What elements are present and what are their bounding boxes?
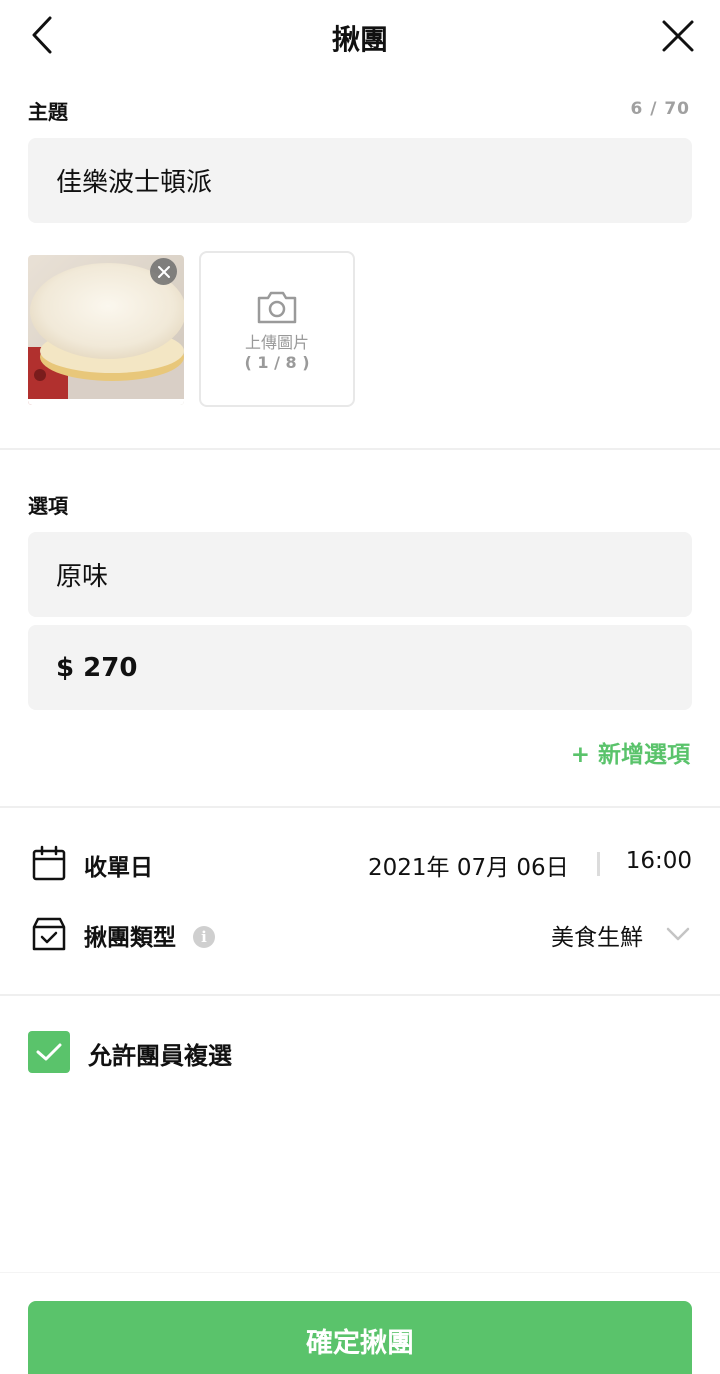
remove-image-button[interactable]	[150, 258, 177, 285]
subject-input[interactable]: 佳樂波士頓派	[28, 138, 692, 223]
section-divider	[0, 806, 720, 808]
subject-label: 主題	[28, 100, 68, 124]
deadline-label: 收單日	[84, 855, 153, 881]
calendar-icon	[32, 845, 66, 881]
shopping-bag-icon	[32, 917, 66, 951]
option-name-input[interactable]: 原味	[28, 532, 692, 617]
confirm-group-buy-button[interactable]: 確定揪團	[28, 1301, 692, 1374]
date-time-separator	[597, 852, 600, 876]
subject-char-counter: 6 / 70	[630, 99, 690, 119]
upload-image-count: ( 1 / 8 )	[244, 353, 310, 372]
option-price-input[interactable]: $ 270	[28, 625, 692, 710]
allow-multi-select-checkbox[interactable]	[28, 1031, 70, 1073]
allow-multi-select-label: 允許團員複選	[88, 1042, 232, 1070]
section-divider	[0, 994, 720, 996]
close-icon	[157, 265, 170, 278]
close-button[interactable]	[658, 14, 698, 58]
group-type-select[interactable]: 美食生鮮	[551, 918, 643, 952]
header: 揪團	[0, 0, 720, 72]
deadline-date-picker[interactable]: 2021年 07月 06日	[368, 848, 569, 882]
add-option-button[interactable]: + 新增選項	[571, 735, 690, 769]
section-divider	[0, 448, 720, 450]
info-icon[interactable]: i	[193, 926, 215, 948]
create-group-buy-page: 揪團 主題 6 / 70 佳樂波士頓派 上傳圖片 (1 / 8) 選項 原味…	[0, 0, 720, 1374]
upload-image-label: 上傳圖片	[244, 333, 309, 352]
upload-image-button[interactable]: 上傳圖片 ( 1 / 8 )	[199, 251, 355, 407]
camera-icon	[257, 291, 297, 324]
group-type-label: 揪團類型	[84, 925, 176, 951]
page-title: 揪團	[331, 23, 388, 56]
close-icon	[662, 20, 694, 52]
chevron-down-icon[interactable]	[666, 926, 690, 942]
deadline-time-picker[interactable]: 16:00	[626, 848, 692, 874]
options-label: 選項	[28, 494, 68, 518]
checkmark-icon	[36, 1043, 62, 1061]
